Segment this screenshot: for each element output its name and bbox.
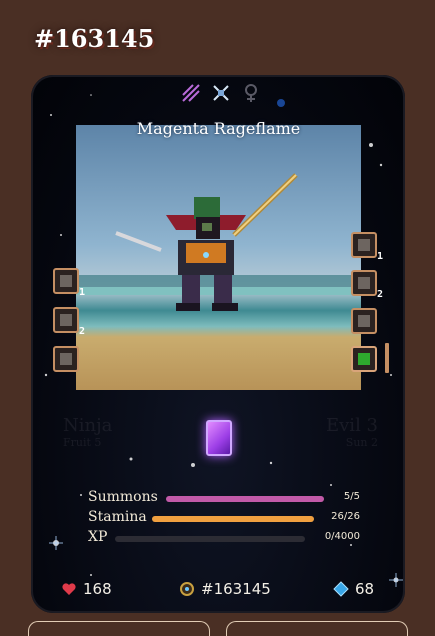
stat-xp: XP 0/4000 [88,529,360,549]
right-slot-2[interactable]: 2 [351,270,383,300]
character-scene: Magenta Rageflame [76,119,361,390]
crossed-swords-icon [211,83,231,103]
left-slot-3[interactable] [53,346,79,372]
right-slot-3[interactable] [351,308,377,334]
ghost-right-line1: Evil 3 [326,415,378,436]
rook-icon [60,275,72,287]
stat-value: 0/4000 [324,531,360,542]
gem-icon[interactable] [206,420,232,456]
gems-value: 68 [355,580,375,598]
hearts-value: 168 [83,580,112,598]
stat-label: Stamina [88,509,147,525]
page-title: #163145 [34,24,155,53]
tower-icon [60,353,72,365]
summons-bar-fill [166,496,324,502]
stat-summons: Summons 5/5 [88,489,360,509]
bottom-tabs [28,621,408,636]
right-slot-1[interactable]: 1 [351,232,383,262]
stat-label: Summons [88,489,158,505]
right-slot-4[interactable] [351,346,377,372]
skull-icon [358,315,370,327]
stat-value: 5/5 [343,491,360,502]
stamina-bar-fill [152,516,314,522]
token-id: #163145 [179,580,271,598]
left-slot-2[interactable]: 2 [53,307,85,337]
slot-count: 1 [376,251,383,262]
rook-icon [60,314,72,326]
stripes-icon [181,83,201,103]
ghost-left-line1: Ninja [63,415,113,436]
hearts-counter: 168 [61,580,112,598]
coin-icon [179,581,195,597]
slot-count: 1 [78,287,85,298]
xp-bar [115,536,305,542]
ghost-label-left: Ninja Fruit 5 [63,415,112,449]
summons-bar [166,496,324,502]
left-slot-1[interactable]: 1 [53,268,85,298]
hammer-icon [358,239,370,251]
stat-value: 26/26 [331,511,360,522]
slot-count: 2 [78,326,85,337]
ghost-right-line2: Sun 2 [345,436,378,449]
hammer-icon [358,277,370,289]
card-type-icons [176,83,266,105]
stat-label: XP [88,529,108,545]
diamond-icon [333,581,349,597]
female-symbol-icon [241,83,261,103]
card-footer: 168 #163145 68 [61,580,381,600]
active-slot-marker [385,343,389,373]
creeper-icon [358,353,370,365]
slot-count: 2 [376,289,383,300]
ghost-left-line2: Fruit 5 [63,436,102,449]
heart-icon [61,581,77,597]
ghost-label-right: Evil 3 Sun 2 [326,415,378,449]
stat-stamina: Stamina 26/26 [88,509,360,529]
stamina-bar [152,516,314,522]
stats-panel: Summons 5/5 Stamina 26/26 XP 0/4000 [88,489,360,549]
gems-counter: 68 [333,580,374,598]
token-value: #163145 [201,580,271,598]
character-card[interactable]: Magenta Rageflame 1 2 1 2 Ninja Fruit 5 … [31,75,405,613]
character-sprite [76,173,361,311]
